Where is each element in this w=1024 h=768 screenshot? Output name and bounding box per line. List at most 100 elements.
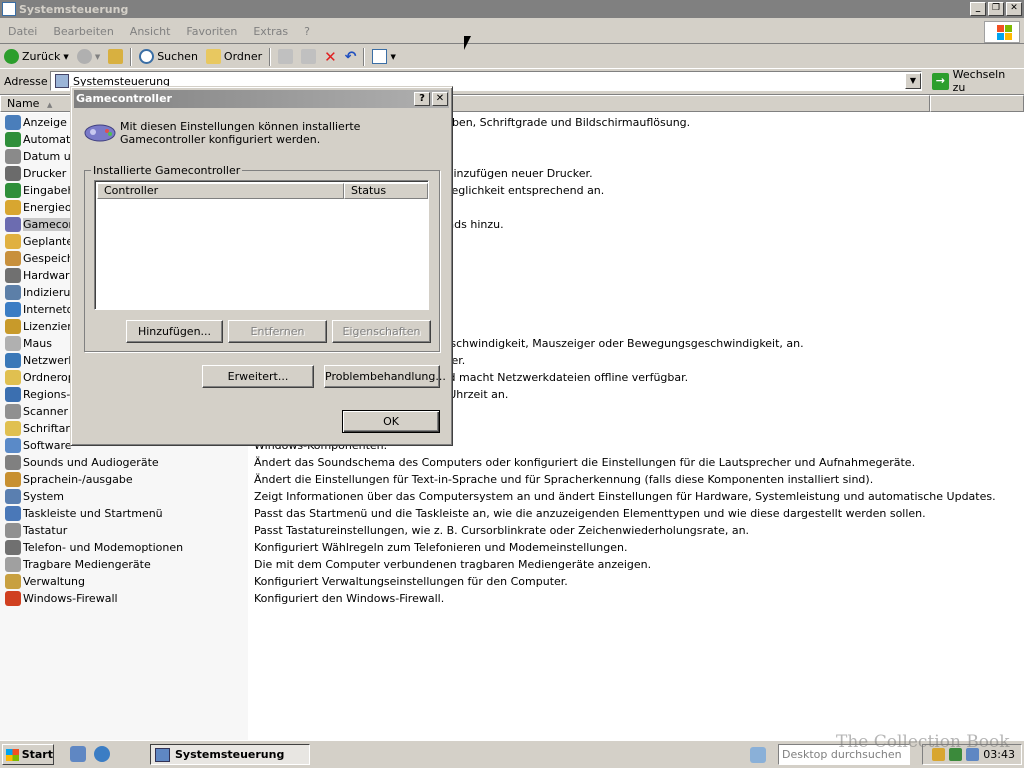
chevron-down-icon: ▼ (390, 52, 396, 61)
item-description: Konfiguriert Verwaltungseinstellungen fü… (254, 575, 568, 588)
undo-button[interactable]: ↶ (341, 46, 361, 68)
restore-button[interactable]: ❐ (988, 2, 1004, 16)
menu-bearbeiten[interactable]: Bearbeiten (45, 25, 121, 38)
forward-arrow-icon (76, 49, 92, 64)
list-item[interactable]: Verwaltung Konfiguriert Verwaltungseinste… (0, 573, 1024, 590)
delete-button[interactable]: ✕ (320, 46, 341, 68)
delete-icon: ✕ (324, 47, 337, 66)
control-panel-item-icon (5, 455, 21, 470)
minimize-button[interactable]: _ (970, 2, 986, 16)
ok-button[interactable]: OK (342, 410, 440, 433)
list-item[interactable]: Sounds und Audiogeräte Ändert das Soundsc… (0, 454, 1024, 471)
internet-explorer-icon[interactable] (94, 746, 110, 762)
search-button[interactable]: Suchen (135, 46, 202, 68)
troubleshoot-button[interactable]: Problembehandlung... (324, 365, 446, 388)
list-item[interactable]: Windows-Firewall Konfiguriert den Windows… (0, 590, 1024, 607)
remove-button[interactable]: Entfernen (228, 320, 327, 343)
copy-to-button[interactable] (297, 46, 320, 68)
properties-button[interactable]: Eigenschaften (332, 320, 431, 343)
forward-button[interactable]: ▼ (73, 46, 104, 68)
task-systemsteuerung[interactable]: Systemsteuerung (150, 744, 310, 765)
move-to-button[interactable] (274, 46, 297, 68)
item-name: Windows-Firewall (23, 592, 118, 605)
add-button[interactable]: Hinzufügen... (126, 320, 223, 343)
control-panel-item-icon (5, 132, 21, 147)
advanced-button[interactable]: Erweitert... (202, 365, 314, 388)
menu-favoriten[interactable]: Favoriten (178, 25, 245, 38)
folders-button[interactable]: Ordner (202, 46, 266, 68)
search-label: Suchen (157, 50, 198, 63)
item-description: Passt Tastatureinstellungen, wie z. B. C… (254, 524, 750, 537)
item-description: Ändert die Einstellungen für Text-in-Spr… (254, 473, 874, 486)
sort-ascending-icon: ▲ (46, 101, 53, 109)
control-panel-item-icon (5, 251, 21, 266)
control-panel-item-icon (5, 506, 21, 521)
column-status[interactable]: Status (344, 183, 428, 199)
control-panel-item-icon (5, 574, 21, 589)
address-dropdown-button[interactable]: ▼ (905, 73, 921, 89)
dialog-close-button[interactable]: ✕ (432, 92, 448, 106)
control-panel-item-icon (5, 421, 21, 436)
back-arrow-icon (4, 49, 19, 64)
item-description: Konfiguriert den Windows-Firewall. (254, 592, 445, 605)
menu-datei[interactable]: Datei (0, 25, 45, 38)
control-panel-item-icon (5, 523, 21, 538)
address-label: Adresse (4, 74, 48, 88)
control-panel-item-icon (5, 387, 21, 402)
control-panel-item-icon (5, 472, 21, 487)
gamecontroller-dialog: Gamecontroller ? ✕ Mit diesen Einstellun… (70, 86, 453, 446)
help-button[interactable]: ? (414, 92, 430, 106)
move-icon (278, 49, 294, 64)
network-icon[interactable] (750, 747, 766, 763)
control-panel-icon (155, 747, 170, 762)
folders-label: Ordner (223, 50, 263, 63)
control-panel-item-icon (5, 200, 21, 215)
toolbar: Zurück ▼ ▼ Suchen Ordner ✕ ↶ ▼ (0, 45, 1024, 69)
menu-extras[interactable]: Extras (245, 25, 296, 38)
back-label: Zurück (22, 50, 61, 63)
windows-logo-icon (984, 21, 1020, 43)
list-item[interactable]: Sprachein-/ausgabe Ändert die Einstellung… (0, 471, 1024, 488)
go-button[interactable]: → Wechseln zu (928, 68, 1024, 94)
control-panel-item-icon (5, 183, 21, 198)
control-panel-item-icon (5, 217, 21, 232)
list-item[interactable]: Tragbare Mediengeräte Die mit dem Compute… (0, 556, 1024, 573)
item-name: Telefon- und Modemoptionen (23, 541, 184, 554)
column-header-extra[interactable] (930, 95, 1024, 112)
item-name: System (23, 490, 65, 503)
item-name: Verwaltung (23, 575, 85, 588)
search-icon (139, 49, 155, 64)
gamepad-icon (84, 124, 116, 142)
control-panel-item-icon (5, 268, 21, 283)
control-panel-item-icon (5, 438, 21, 453)
menu-help[interactable]: ? (296, 25, 318, 38)
list-item[interactable]: Telefon- und Modemoptionen Konfiguriert W… (0, 539, 1024, 556)
item-name: Sounds und Audiogeräte (23, 456, 159, 469)
item-name: Taskleiste und Startmenü (23, 507, 163, 520)
control-panel-item-icon (5, 149, 21, 164)
list-item[interactable]: Tastatur Passt Tastatureinstellungen, wie… (0, 522, 1024, 539)
back-button[interactable]: Zurück ▼ (0, 46, 73, 68)
close-button[interactable]: ✕ (1006, 2, 1022, 16)
list-item[interactable]: Taskleiste und Startmenü Passt das Startm… (0, 505, 1024, 522)
dialog-title-bar: Gamecontroller ? ✕ (74, 90, 449, 108)
controller-list[interactable]: Controller Status (94, 180, 429, 310)
up-folder-button[interactable] (104, 46, 127, 68)
show-desktop-icon[interactable] (70, 746, 86, 762)
control-panel-item-icon (5, 370, 21, 385)
chevron-down-icon: ▼ (94, 52, 101, 61)
views-icon (372, 49, 388, 64)
column-controller[interactable]: Controller (97, 183, 344, 199)
control-panel-item-icon (5, 285, 21, 300)
control-panel-item-icon (5, 404, 21, 419)
start-button[interactable]: Start (2, 744, 54, 765)
list-item[interactable]: System Zeigt Informationen über das Compu… (0, 488, 1024, 505)
views-button[interactable]: ▼ (368, 46, 399, 68)
menu-ansicht[interactable]: Ansicht (122, 25, 179, 38)
go-arrow-icon: → (932, 72, 949, 90)
group-label: Installierte Gamecontroller (91, 164, 243, 177)
control-panel-item-icon (5, 302, 21, 317)
item-description: Zeigt Informationen über das Computersys… (254, 490, 996, 503)
control-panel-item-icon (5, 557, 21, 572)
control-panel-item-icon (5, 540, 21, 555)
